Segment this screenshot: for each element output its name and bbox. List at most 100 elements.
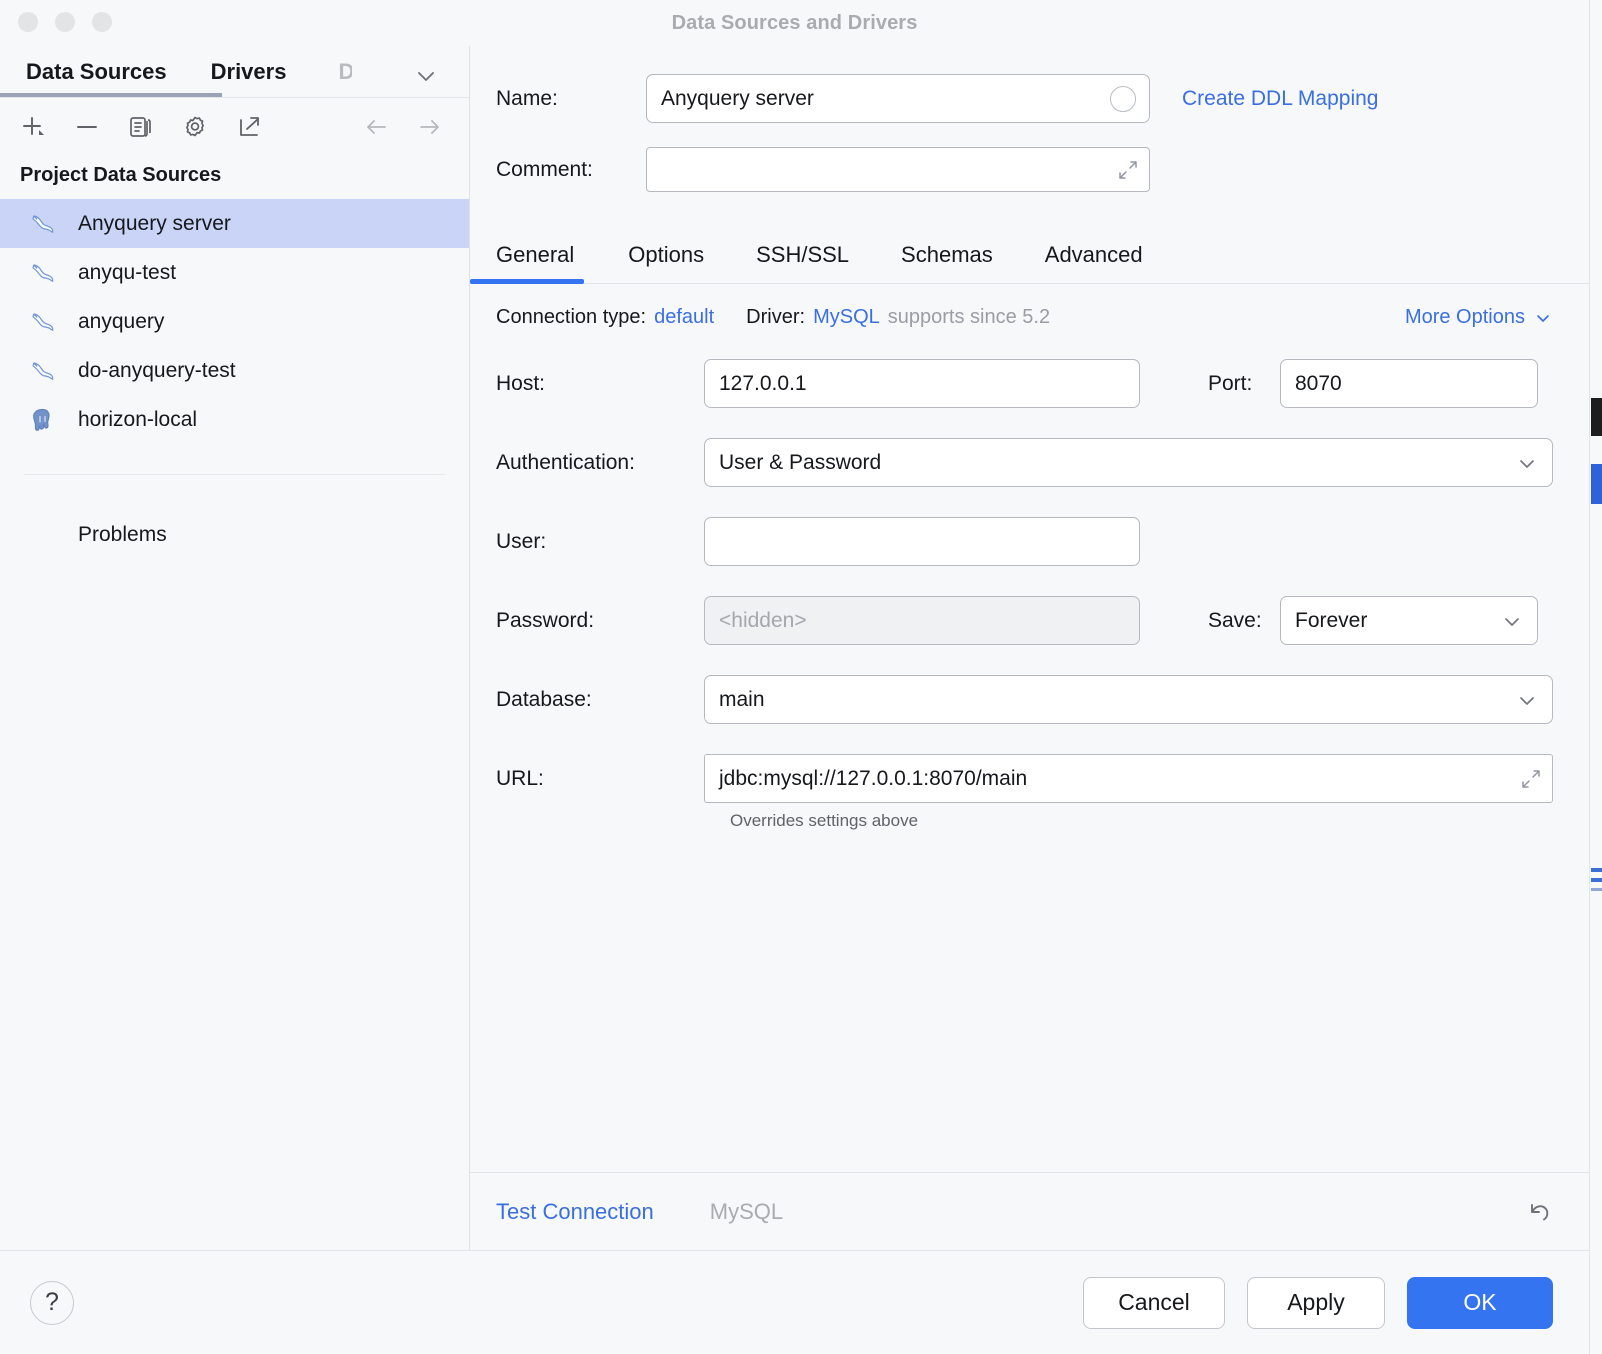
color-picker-icon[interactable] [1110,86,1136,112]
port-input[interactable]: 8070 [1280,359,1538,408]
url-hint-text: Overrides settings above [730,811,1553,831]
comment-row: Comment: [470,123,1589,192]
tab-advanced[interactable]: Advanced [1019,226,1169,283]
tab-options-label: Options [628,242,704,268]
problems-item[interactable]: Problems [0,475,469,547]
help-button[interactable]: ? [30,1281,74,1325]
url-label: URL: [496,767,704,791]
close-button[interactable] [18,12,38,32]
url-input[interactable]: jdbc:mysql://127.0.0.1:8070/main [704,754,1553,803]
add-icon[interactable] [18,112,48,142]
driver-support-text: supports since 5.2 [888,306,1050,329]
name-row: Name: Anyquery server Create DDL Mapping [470,46,1589,123]
background-marker-3 [1591,888,1602,891]
list-item[interactable]: do-anyquery-test [0,346,469,395]
arrow-left-icon[interactable] [361,112,391,142]
traffic-lights [18,12,112,32]
gear-icon[interactable] [180,112,210,142]
password-input[interactable]: <hidden> [704,596,1140,645]
authentication-value: User & Password [719,451,881,475]
ok-button-label: OK [1463,1289,1496,1316]
minimize-button[interactable] [55,12,75,32]
left-panel-tabs: Data Sources Drivers D [0,46,469,98]
name-input[interactable]: Anyquery server [646,74,1150,123]
postgresql-elephant-icon [28,405,58,435]
tab-data-sources[interactable]: Data Sources [26,59,167,97]
list-item-label: anyquery [78,310,164,334]
zoom-button[interactable] [92,12,112,32]
title-bar: Data Sources and Drivers [0,0,1589,46]
details-scroll-area: Name: Anyquery server Create DDL Mapping… [470,46,1589,1172]
comment-input[interactable] [646,147,1150,192]
apply-button-label: Apply [1287,1289,1345,1316]
save-select[interactable]: Forever [1280,596,1538,645]
url-row: URL: jdbc:mysql://127.0.0.1:8070/main [496,754,1553,803]
authentication-select[interactable]: User & Password [704,438,1553,487]
host-row: Host: 127.0.0.1 Port: 8070 [496,359,1553,408]
port-label: Port: [1208,372,1280,396]
remove-icon[interactable] [72,112,102,142]
connection-type-value-link[interactable]: default [654,306,714,329]
revert-icon[interactable] [1523,1196,1555,1228]
database-row: Database: main [496,675,1553,724]
host-input[interactable]: 127.0.0.1 [704,359,1140,408]
chevron-down-icon[interactable] [413,63,439,89]
name-input-value: Anyquery server [661,87,814,111]
list-item[interactable]: anyqu-test [0,248,469,297]
expand-icon[interactable] [1115,157,1141,183]
cancel-button-label: Cancel [1118,1289,1190,1316]
ok-button[interactable]: OK [1407,1277,1553,1329]
url-input-value: jdbc:mysql://127.0.0.1:8070/main [719,767,1027,791]
tab-schemas[interactable]: Schemas [875,226,1019,283]
active-tab-underline [0,93,222,97]
test-connection-link[interactable]: Test Connection [496,1199,654,1225]
arrow-right-icon[interactable] [415,112,445,142]
footer-buttons: Cancel Apply OK [1083,1277,1553,1329]
list-item[interactable]: horizon-local [0,395,469,444]
authentication-row: Authentication: User & Password [496,438,1553,487]
connection-form: Host: 127.0.0.1 Port: 8070 Authenticatio… [470,359,1589,831]
tab-clipped[interactable]: D [338,59,352,97]
duplicate-icon[interactable] [126,112,156,142]
external-link-icon[interactable] [234,112,264,142]
details-panel: Name: Anyquery server Create DDL Mapping… [470,46,1589,1250]
user-label: User: [496,530,704,554]
chevron-down-icon [1516,689,1538,711]
list-item[interactable]: Anyquery server [0,199,469,248]
apply-button[interactable]: Apply [1247,1277,1385,1329]
background-window-strip [1588,0,1602,1354]
connection-type-label: Connection type: [496,306,646,329]
tab-options[interactable]: Options [602,226,730,283]
driver-name-label[interactable]: MySQL [710,1199,783,1225]
tab-ssh-ssl[interactable]: SSH/SSL [730,226,875,283]
tab-drivers-label: Drivers [211,59,287,84]
database-value: main [719,688,765,712]
user-input[interactable] [704,517,1140,566]
mysql-dolphin-icon [28,356,58,386]
tab-general[interactable]: General [496,226,602,283]
driver-label: Driver: [746,306,805,329]
name-label: Name: [496,87,646,111]
list-item-label: horizon-local [78,408,197,432]
problems-label: Problems [78,523,167,546]
left-panel: Data Sources Drivers D [0,46,470,1250]
background-blue-segment [1591,464,1602,504]
tab-data-sources-label: Data Sources [26,59,167,84]
tab-drivers[interactable]: Drivers [211,59,287,97]
data-source-list: Anyquery server anyqu-test anyquery [0,199,469,444]
expand-icon[interactable] [1518,766,1544,792]
mysql-dolphin-icon [28,258,58,288]
create-ddl-mapping-link[interactable]: Create DDL Mapping [1182,87,1379,111]
cancel-button[interactable]: Cancel [1083,1277,1225,1329]
chevron-down-icon [1533,308,1553,328]
database-select[interactable]: main [704,675,1553,724]
tab-schemas-label: Schemas [901,242,993,268]
list-item[interactable]: anyquery [0,297,469,346]
driver-value-link[interactable]: MySQL [813,306,880,329]
more-options-button[interactable]: More Options [1405,306,1553,329]
list-item-label: Anyquery server [78,212,231,236]
help-glyph: ? [45,1288,59,1317]
details-footer: Test Connection MySQL [470,1172,1589,1250]
database-label: Database: [496,688,704,712]
tab-general-label: General [496,242,574,268]
